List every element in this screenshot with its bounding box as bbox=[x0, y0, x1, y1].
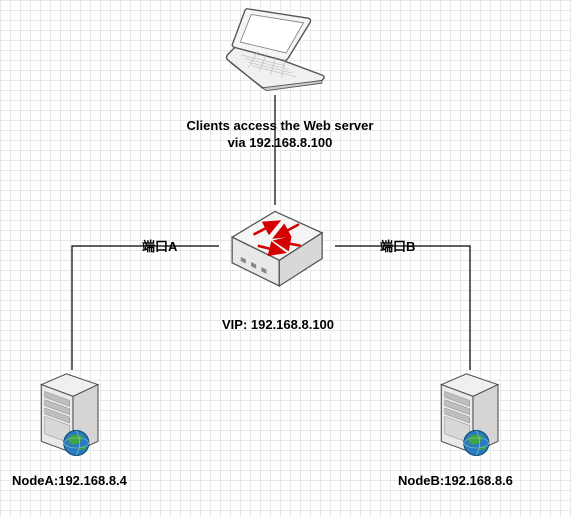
server-node-a bbox=[25, 368, 115, 466]
port-b-label: 端口B bbox=[380, 236, 415, 255]
clients-line1: Clients access the Web server bbox=[187, 118, 374, 133]
server-node-b bbox=[425, 368, 515, 466]
vip-label: VIP: 192.168.8.100 bbox=[198, 317, 358, 332]
client-laptop bbox=[196, 0, 356, 98]
clients-line2: via 192.168.8.100 bbox=[228, 135, 333, 150]
switch-icon bbox=[215, 293, 335, 308]
clients-access-label: Clients access the Web server via 192.16… bbox=[170, 118, 390, 152]
node-a-label: NodeA:192.168.8.4 bbox=[12, 473, 127, 488]
server-icon bbox=[433, 451, 508, 466]
port-a-label: 端口A bbox=[142, 236, 177, 255]
server-icon bbox=[33, 451, 108, 466]
laptop-icon bbox=[221, 83, 331, 98]
node-b-label: NodeB:192.168.8.6 bbox=[398, 473, 513, 488]
network-switch bbox=[215, 195, 335, 308]
